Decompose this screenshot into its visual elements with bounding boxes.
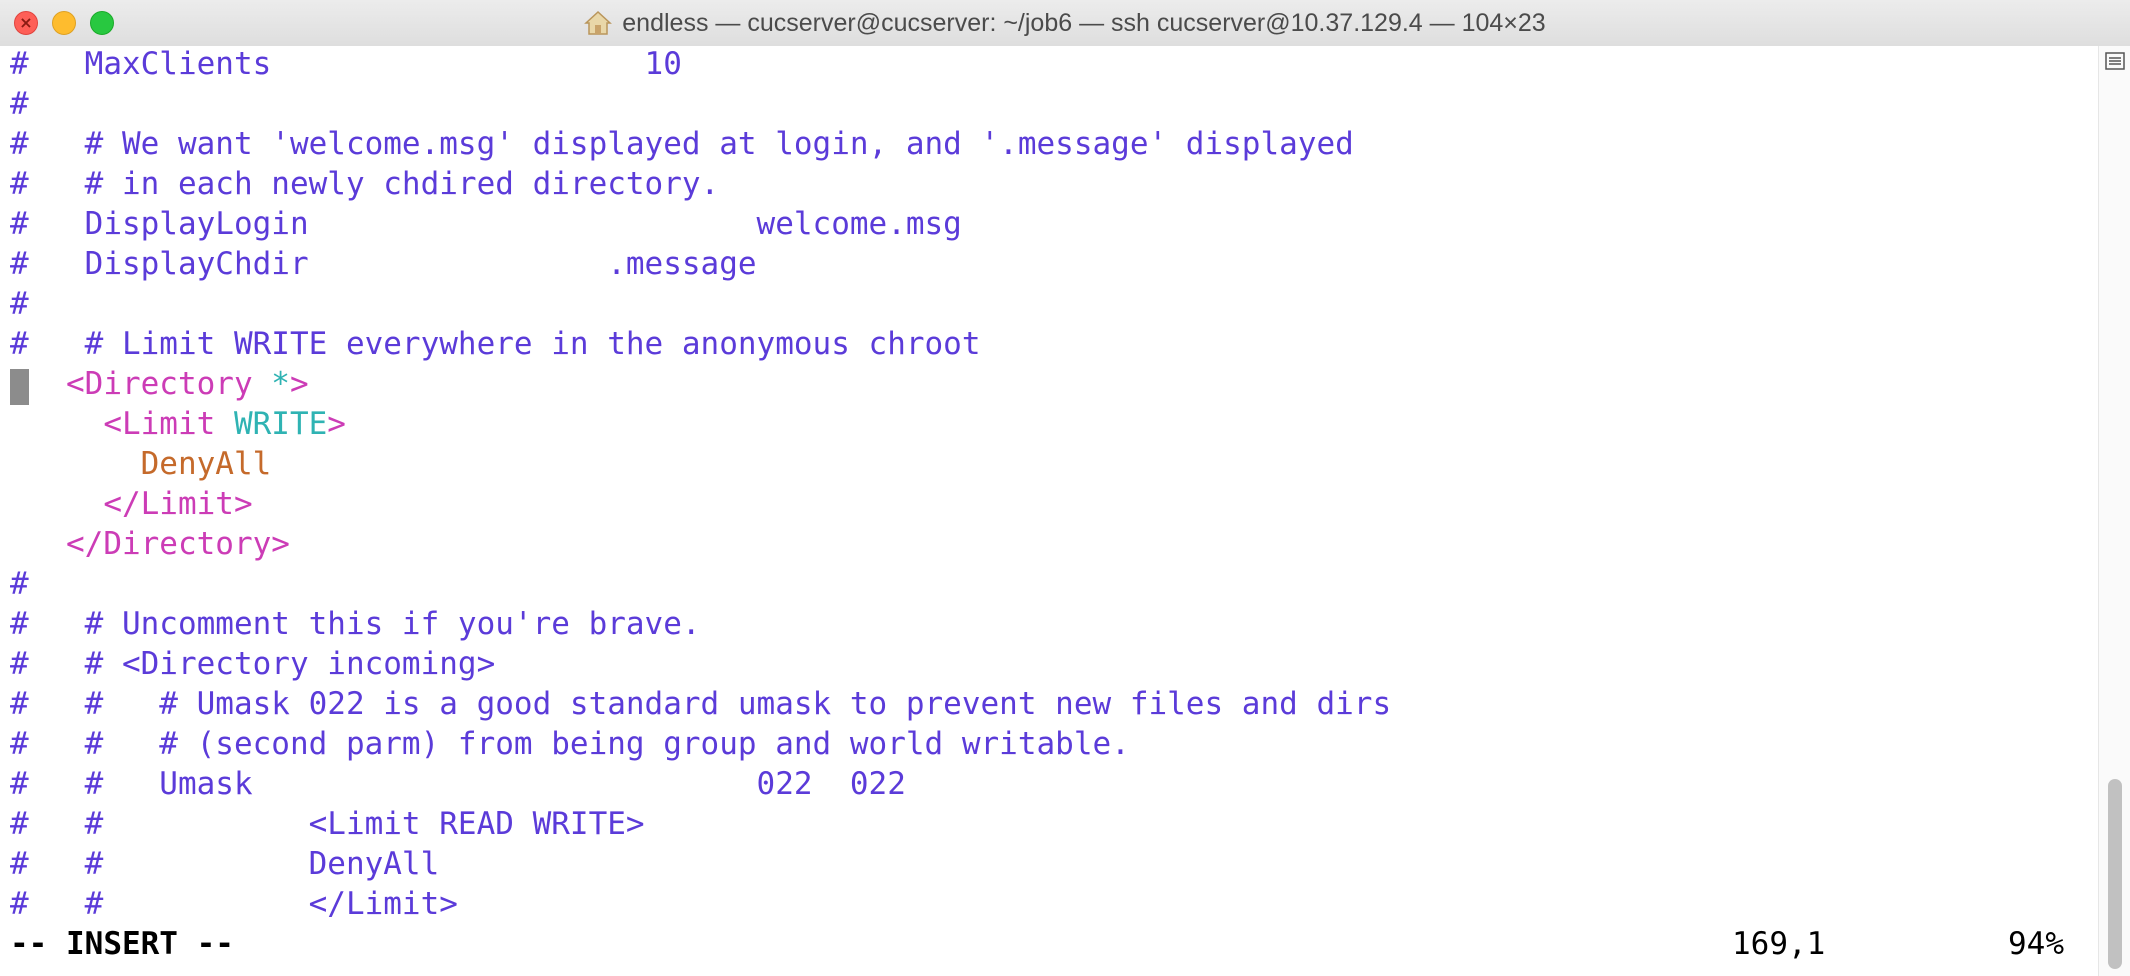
editor-line: <Directory *> <box>10 364 309 404</box>
vim-status-line: -- INSERT -- 169,1 94% <box>10 924 2070 964</box>
editor-text-segment: # <box>10 566 29 602</box>
editor-line: # # in each newly chdired directory. <box>10 164 719 204</box>
editor-line: # DisplayLogin welcome.msg <box>10 204 962 244</box>
editor-text-segment: # # </Limit> <box>10 886 458 922</box>
editor-text-segment: WRITE <box>233 406 328 442</box>
editor-text-segment: # # in each newly chdired directory. <box>10 166 720 202</box>
terminal-window: × endless — cucserver@cucserver: ~/job6 … <box>0 0 2130 976</box>
menu-icon[interactable] <box>2105 52 2125 70</box>
editor-text-segment: # <box>10 286 29 322</box>
editor-line: # # DenyAll <box>10 844 439 884</box>
editor-line: # # <Directory incoming> <box>10 644 495 684</box>
editor-line: # # <Limit READ WRITE> <box>10 804 645 844</box>
editor-text-segment: # # We want 'welcome.msg' displayed at l… <box>10 126 1354 162</box>
editor-line: # <box>10 284 29 324</box>
editor-text-segment: <Limit <box>10 406 234 442</box>
editor-text-segment: > <box>289 366 309 402</box>
vertical-scrollbar[interactable] <box>2098 46 2130 976</box>
editor-text-segment: # # <Directory incoming> <box>10 646 496 682</box>
editor-text-segment: </Directory> <box>10 526 290 562</box>
editor-text-segment: </Limit> <box>10 486 253 522</box>
editor-text-segment: # # # (second parm) from being group and… <box>10 726 1130 762</box>
editor-text-segment: > <box>327 406 346 442</box>
editor-line: # <box>10 84 29 124</box>
editor-text-segment: # # DenyAll <box>10 846 440 882</box>
editor-line: # <box>10 564 29 604</box>
editor-text-segment: <Directory <box>10 366 272 402</box>
terminal-content[interactable]: -- INSERT -- 169,1 94% # MaxClients 10 # #… <box>0 46 2098 976</box>
editor-text-segment: # DisplayChdir .message <box>10 246 757 282</box>
editor-text-segment: DenyAll <box>10 446 272 482</box>
cursor-position: 169,1 <box>1732 926 1826 962</box>
editor-line: DenyAll <box>10 444 272 484</box>
editor-text-segment: # <box>10 86 29 122</box>
scroll-percent: 94% <box>2008 926 2064 962</box>
title-bar[interactable]: × endless — cucserver@cucserver: ~/job6 … <box>0 0 2130 47</box>
editor-line: # # Limit WRITE everywhere in the anonym… <box>10 324 981 364</box>
editor-line: # # Uncomment this if you're brave. <box>10 604 701 644</box>
editor-text-segment: # DisplayLogin welcome.msg <box>10 206 962 242</box>
editor-line: # # We want 'welcome.msg' displayed at l… <box>10 124 1354 164</box>
home-icon <box>584 10 613 36</box>
window-title: endless — cucserver@cucserver: ~/job6 — … <box>622 8 1546 37</box>
editor-line: # # # (second parm) from being group and… <box>10 724 1130 764</box>
editor-line: # # # Umask 022 is a good standard umask… <box>10 684 1391 724</box>
editor-text-segment: # MaxClients 10 <box>10 46 682 82</box>
editor-text-segment: # # <Limit READ WRITE> <box>10 806 645 842</box>
editor-text-segment: * <box>271 366 290 402</box>
scrollbar-thumb[interactable] <box>2108 779 2122 969</box>
editor-line: # MaxClients 10 <box>10 44 682 84</box>
editor-text-segment: # # Uncomment this if you're brave. <box>10 606 701 642</box>
editor-text-segment: # # # Umask 022 is a good standard umask… <box>10 686 1392 722</box>
editor-line: # # </Limit> <box>10 884 458 924</box>
editor-line: </Directory> <box>10 524 290 564</box>
editor-line: </Limit> <box>10 484 253 524</box>
window-title-area: endless — cucserver@cucserver: ~/job6 — … <box>0 0 2130 46</box>
editor-line: # # Umask 022 022 <box>10 764 906 804</box>
editor-line: <Limit WRITE> <box>10 404 346 444</box>
editor-line: # DisplayChdir .message <box>10 244 757 284</box>
editor-text-segment: # # Limit WRITE everywhere in the anonym… <box>10 326 981 362</box>
editor-text-segment: # # Umask 022 022 <box>10 766 906 802</box>
vim-mode-indicator: -- INSERT -- <box>10 926 234 962</box>
